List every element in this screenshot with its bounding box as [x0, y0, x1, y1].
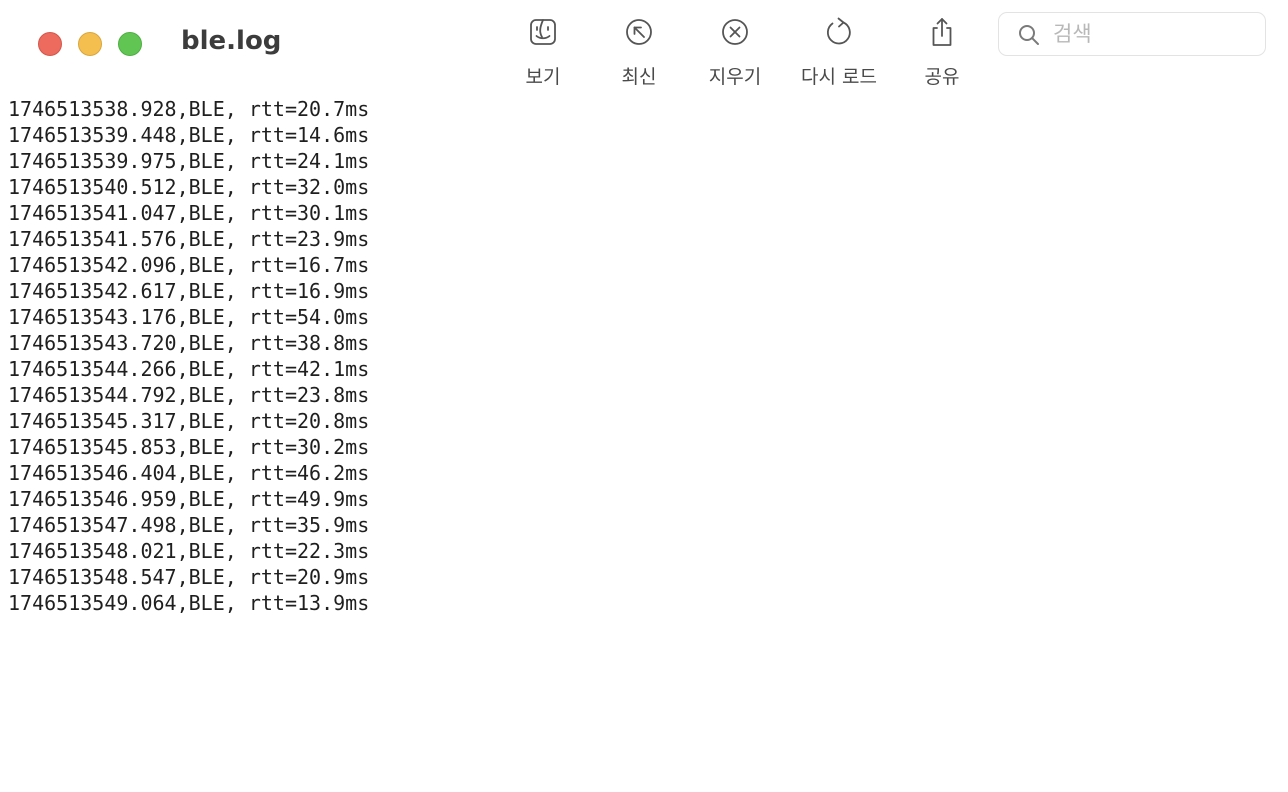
latest-label: 최신: [621, 66, 657, 88]
log-line: 1746513546.404,BLE, rtt=46.2ms: [8, 461, 370, 485]
view-button[interactable]: 보기: [493, 14, 593, 90]
window-title: ble.log: [181, 26, 282, 56]
log-line: 1746513538.928,BLE, rtt=20.7ms: [8, 97, 370, 121]
log-line: 1746513540.512,BLE, rtt=32.0ms: [8, 175, 370, 199]
log-line: 1746513548.021,BLE, rtt=22.3ms: [8, 539, 370, 563]
log-line: 1746513541.047,BLE, rtt=30.1ms: [8, 201, 370, 225]
reload-label: 다시 로드: [801, 66, 877, 88]
log-line: 1746513546.959,BLE, rtt=49.9ms: [8, 487, 370, 511]
share-icon: [926, 16, 958, 48]
log-line: 1746513548.547,BLE, rtt=20.9ms: [8, 565, 370, 589]
log-line: 1746513547.498,BLE, rtt=35.9ms: [8, 513, 370, 537]
log-line: 1746513543.176,BLE, rtt=54.0ms: [8, 305, 370, 329]
x-circle-icon: [719, 16, 751, 48]
log-line: 1746513545.853,BLE, rtt=30.2ms: [8, 435, 370, 459]
log-line: 1746513542.096,BLE, rtt=16.7ms: [8, 253, 370, 277]
clear-button[interactable]: 지우기: [685, 14, 785, 90]
log-line: 1746513545.317,BLE, rtt=20.8ms: [8, 409, 370, 433]
log-line: 1746513542.617,BLE, rtt=16.9ms: [8, 279, 370, 303]
zoom-window-button[interactable]: [118, 32, 142, 56]
reload-icon: [823, 16, 855, 48]
toolbar: ble.log 보기 최신 지우기 다시 로드 공유 검색: [0, 0, 1288, 96]
close-window-button[interactable]: [38, 32, 62, 56]
log-line: 1746513541.576,BLE, rtt=23.9ms: [8, 227, 370, 251]
share-button[interactable]: 공유: [892, 14, 992, 90]
arrow-up-left-circle-icon: [623, 16, 655, 48]
share-label: 공유: [924, 66, 960, 88]
latest-button[interactable]: 최신: [589, 14, 689, 90]
view-label: 보기: [525, 66, 561, 88]
log-line: 1746513544.792,BLE, rtt=23.8ms: [8, 383, 370, 407]
log-line: 1746513544.266,BLE, rtt=42.1ms: [8, 357, 370, 381]
search-input[interactable]: [1053, 19, 1253, 49]
log-content[interactable]: 1746513538.928,BLE, rtt=20.7ms 174651353…: [0, 96, 1288, 792]
finder-face-icon: [527, 16, 559, 48]
search-field[interactable]: [998, 12, 1266, 56]
clear-label: 지우기: [708, 66, 762, 88]
log-line: 1746513549.064,BLE, rtt=13.9ms: [8, 591, 370, 615]
search-icon: [1017, 23, 1041, 47]
log-line: 1746513543.720,BLE, rtt=38.8ms: [8, 331, 370, 355]
log-line: 1746513539.975,BLE, rtt=24.1ms: [8, 149, 370, 173]
log-line: 1746513539.448,BLE, rtt=14.6ms: [8, 123, 370, 147]
reload-button[interactable]: 다시 로드: [789, 14, 889, 90]
console-window: ble.log 보기 최신 지우기 다시 로드 공유 검색 1746513538…: [0, 0, 1288, 792]
minimize-window-button[interactable]: [78, 32, 102, 56]
log-list: 1746513538.928,BLE, rtt=20.7ms 174651353…: [0, 96, 1288, 616]
